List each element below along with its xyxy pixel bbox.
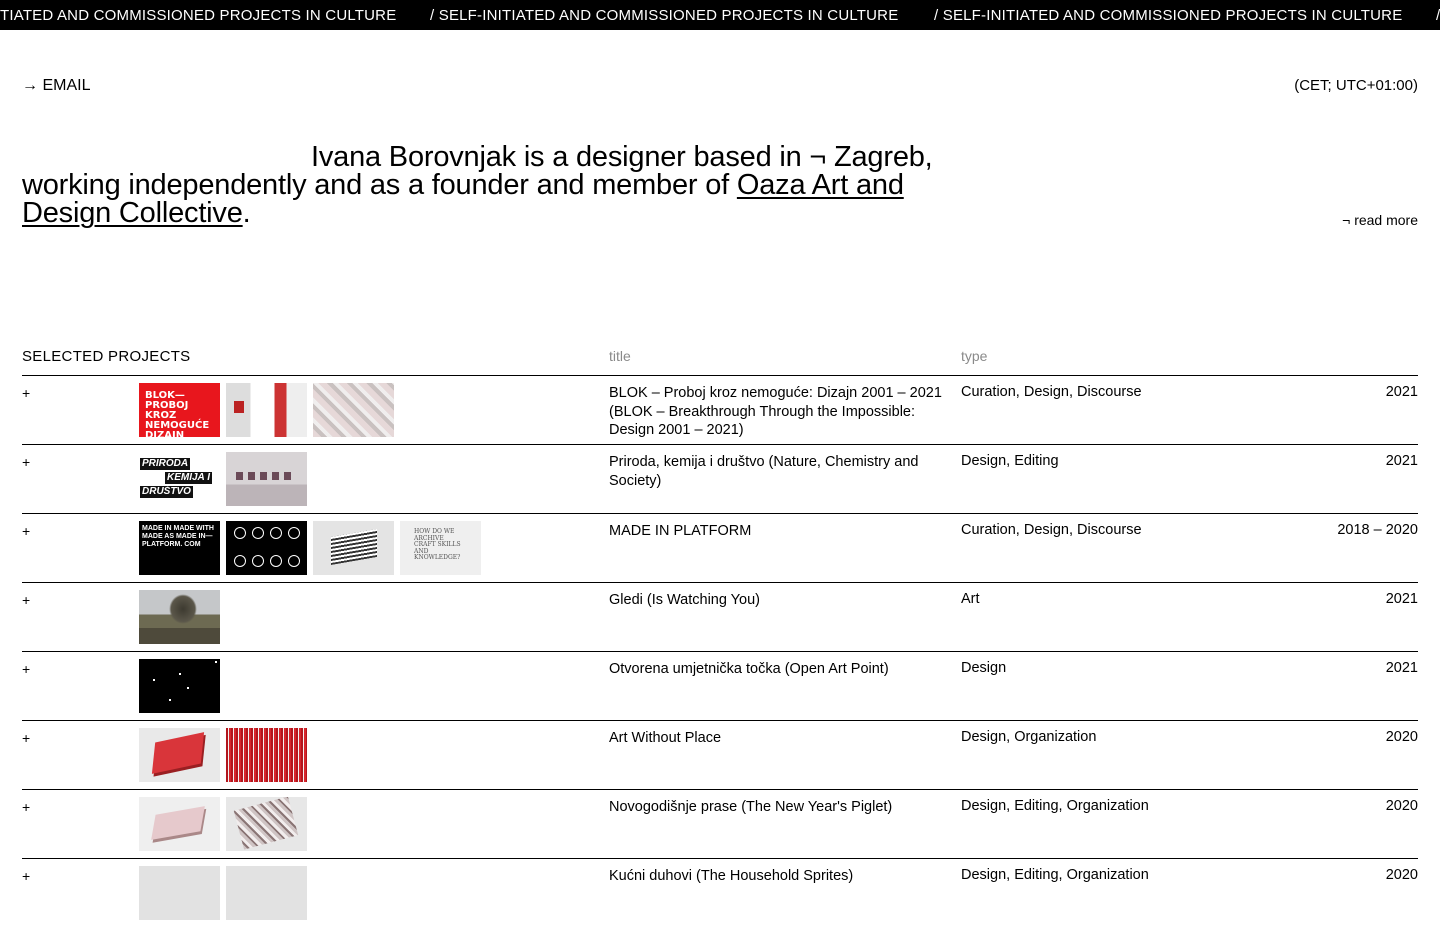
table-row[interactable]: + PRIRODA KEMIJA I DRUŠTVO Priroda, kemi… (22, 444, 1418, 513)
project-title[interactable]: MADE IN PLATFORM (609, 522, 944, 541)
email-link[interactable]: → EMAIL (22, 77, 90, 95)
thumbnail-caption: MADE IN MADE WITH MADE AS MADE IN— PLATF… (142, 525, 214, 548)
project-thumbnails: BLOK— PROBOJ KROZ NEMOGUĆE DIZAJN 2001.—… (139, 383, 394, 437)
project-title[interactable]: Otvorena umjetnička točka (Open Art Poin… (609, 660, 944, 679)
project-title[interactable]: Novogodišnje prase (The New Year's Pigle… (609, 798, 944, 817)
exhibition-photo-thumbnail[interactable] (313, 383, 394, 437)
project-thumbnails: PRIRODA KEMIJA I DRUŠTVO (139, 452, 307, 506)
marquee-text: TIATED AND COMMISSIONED PROJECTS IN CULT… (0, 7, 397, 24)
project-year: 2020 (1385, 867, 1418, 883)
project-year: 2021 (1385, 453, 1418, 469)
expand-icon[interactable]: + (22, 799, 30, 815)
projects-heading: SELECTED PROJECTS (22, 348, 191, 365)
project-type: Art (961, 591, 980, 607)
table-row[interactable]: + Novogodišnje prase (The New Year's Pig… (22, 789, 1418, 858)
intro-text-end: . (242, 197, 251, 229)
expand-icon[interactable]: + (22, 385, 30, 401)
project-thumbnails (139, 659, 220, 713)
thumbnail-caption: PRIRODA (140, 458, 191, 470)
project-type: Design, Editing, Organization (961, 867, 1149, 883)
project-title[interactable]: Kućni duhovi (The Household Sprites) (609, 867, 944, 886)
read-more-link[interactable]: ¬ read more (1342, 212, 1418, 228)
marquee-banner: TIATED AND COMMISSIONED PROJECTS IN CULT… (0, 0, 1440, 30)
expand-icon[interactable]: + (22, 730, 30, 746)
project-year: 2018 – 2020 (1337, 522, 1418, 538)
project-year: 2021 (1385, 384, 1418, 400)
expand-icon[interactable]: + (22, 454, 30, 470)
table-row[interactable]: + BLOK— PROBOJ KROZ NEMOGUĆE DIZAJN 2001… (22, 375, 1418, 444)
project-title[interactable]: Priroda, kemija i društvo (Nature, Chemi… (609, 453, 944, 490)
blok-poster-thumbnail[interactable]: BLOK— PROBOJ KROZ NEMOGUĆE DIZAJN 2001.—… (139, 383, 220, 437)
made-in-platform-thumbnail[interactable]: MADE IN MADE WITH MADE AS MADE IN— PLATF… (139, 521, 220, 575)
book-photo-thumbnail[interactable] (139, 728, 220, 782)
project-year: 2020 (1385, 729, 1418, 745)
thumbnail-caption: KEMIJA I (165, 472, 212, 484)
table-row[interactable]: + Gledi (Is Watching You) Art 2021 (22, 582, 1418, 651)
website-screenshot-thumbnail[interactable] (139, 659, 220, 713)
projects-table: + BLOK— PROBOJ KROZ NEMOGUĆE DIZAJN 2001… (22, 375, 1418, 927)
table-row[interactable]: + MADE IN MADE WITH MADE AS MADE IN— PLA… (22, 513, 1418, 582)
column-header-type[interactable]: type (961, 348, 987, 364)
book-stack-thumbnail[interactable] (313, 521, 394, 575)
project-type: Design, Editing (961, 453, 1059, 469)
project-thumbnails (139, 797, 307, 851)
expand-icon[interactable]: + (22, 661, 30, 677)
exhibition-photo-thumbnail[interactable] (226, 383, 307, 437)
book-photo-thumbnail[interactable] (139, 797, 220, 851)
project-photo-thumbnail[interactable] (226, 866, 307, 920)
tree-photo-thumbnail[interactable] (139, 590, 220, 644)
table-row[interactable]: + Kućni duhovi (The Household Sprites) D… (22, 858, 1418, 927)
book-page-thumbnail[interactable]: HOW DO WE ARCHIVE CRAFT SKILLS AND KNOWL… (400, 521, 481, 575)
project-year: 2021 (1385, 591, 1418, 607)
project-type: Design (961, 660, 1007, 676)
project-title[interactable]: BLOK – Proboj kroz nemoguće: Dizajn 2001… (609, 384, 944, 440)
project-year: 2020 (1385, 798, 1418, 814)
timezone-label: (CET; UTC+01:00) (1294, 77, 1418, 94)
table-row[interactable]: + Otvorena umjetnička točka (Open Art Po… (22, 651, 1418, 720)
project-type: Curation, Design, Discourse (961, 384, 1142, 400)
project-type: Design, Organization (961, 729, 1097, 745)
expand-icon[interactable]: + (22, 592, 30, 608)
book-cover-thumbnail[interactable]: PRIRODA KEMIJA I DRUŠTVO (139, 452, 220, 506)
project-thumbnails (139, 590, 220, 644)
project-thumbnails (139, 728, 307, 782)
expand-icon[interactable]: + (22, 523, 30, 539)
diagram-thumbnail[interactable] (226, 521, 307, 575)
book-spine-thumbnail[interactable] (226, 728, 307, 782)
project-photo-thumbnail[interactable] (139, 866, 220, 920)
intro-text: Ivana Borovnjak is a designer based in ¬… (22, 143, 962, 229)
marquee-text: / (1436, 7, 1440, 24)
marquee-text: / SELF-INITIATED AND COMMISSIONED PROJEC… (430, 7, 899, 24)
column-header-title[interactable]: title (609, 348, 631, 364)
thumbnail-caption: HOW DO WE ARCHIVE CRAFT SKILLS AND KNOWL… (414, 528, 461, 561)
expand-icon[interactable]: + (22, 868, 30, 884)
project-year: 2021 (1385, 660, 1418, 676)
project-title[interactable]: Art Without Place (609, 729, 944, 748)
open-book-thumbnail[interactable] (226, 797, 307, 851)
project-type: Design, Editing, Organization (961, 798, 1149, 814)
exhibition-photo-thumbnail[interactable] (226, 452, 307, 506)
table-row[interactable]: + Art Without Place Design, Organization… (22, 720, 1418, 789)
project-thumbnails: MADE IN MADE WITH MADE AS MADE IN— PLATF… (139, 521, 481, 575)
project-type: Curation, Design, Discourse (961, 522, 1142, 538)
thumbnail-caption: BLOK— PROBOJ KROZ NEMOGUĆE DIZAJN 2001.—… (145, 390, 210, 438)
project-thumbnails (139, 866, 307, 920)
marquee-text: / SELF-INITIATED AND COMMISSIONED PROJEC… (934, 7, 1403, 24)
thumbnail-caption: DRUŠTVO (140, 486, 193, 498)
project-title[interactable]: Gledi (Is Watching You) (609, 591, 944, 610)
